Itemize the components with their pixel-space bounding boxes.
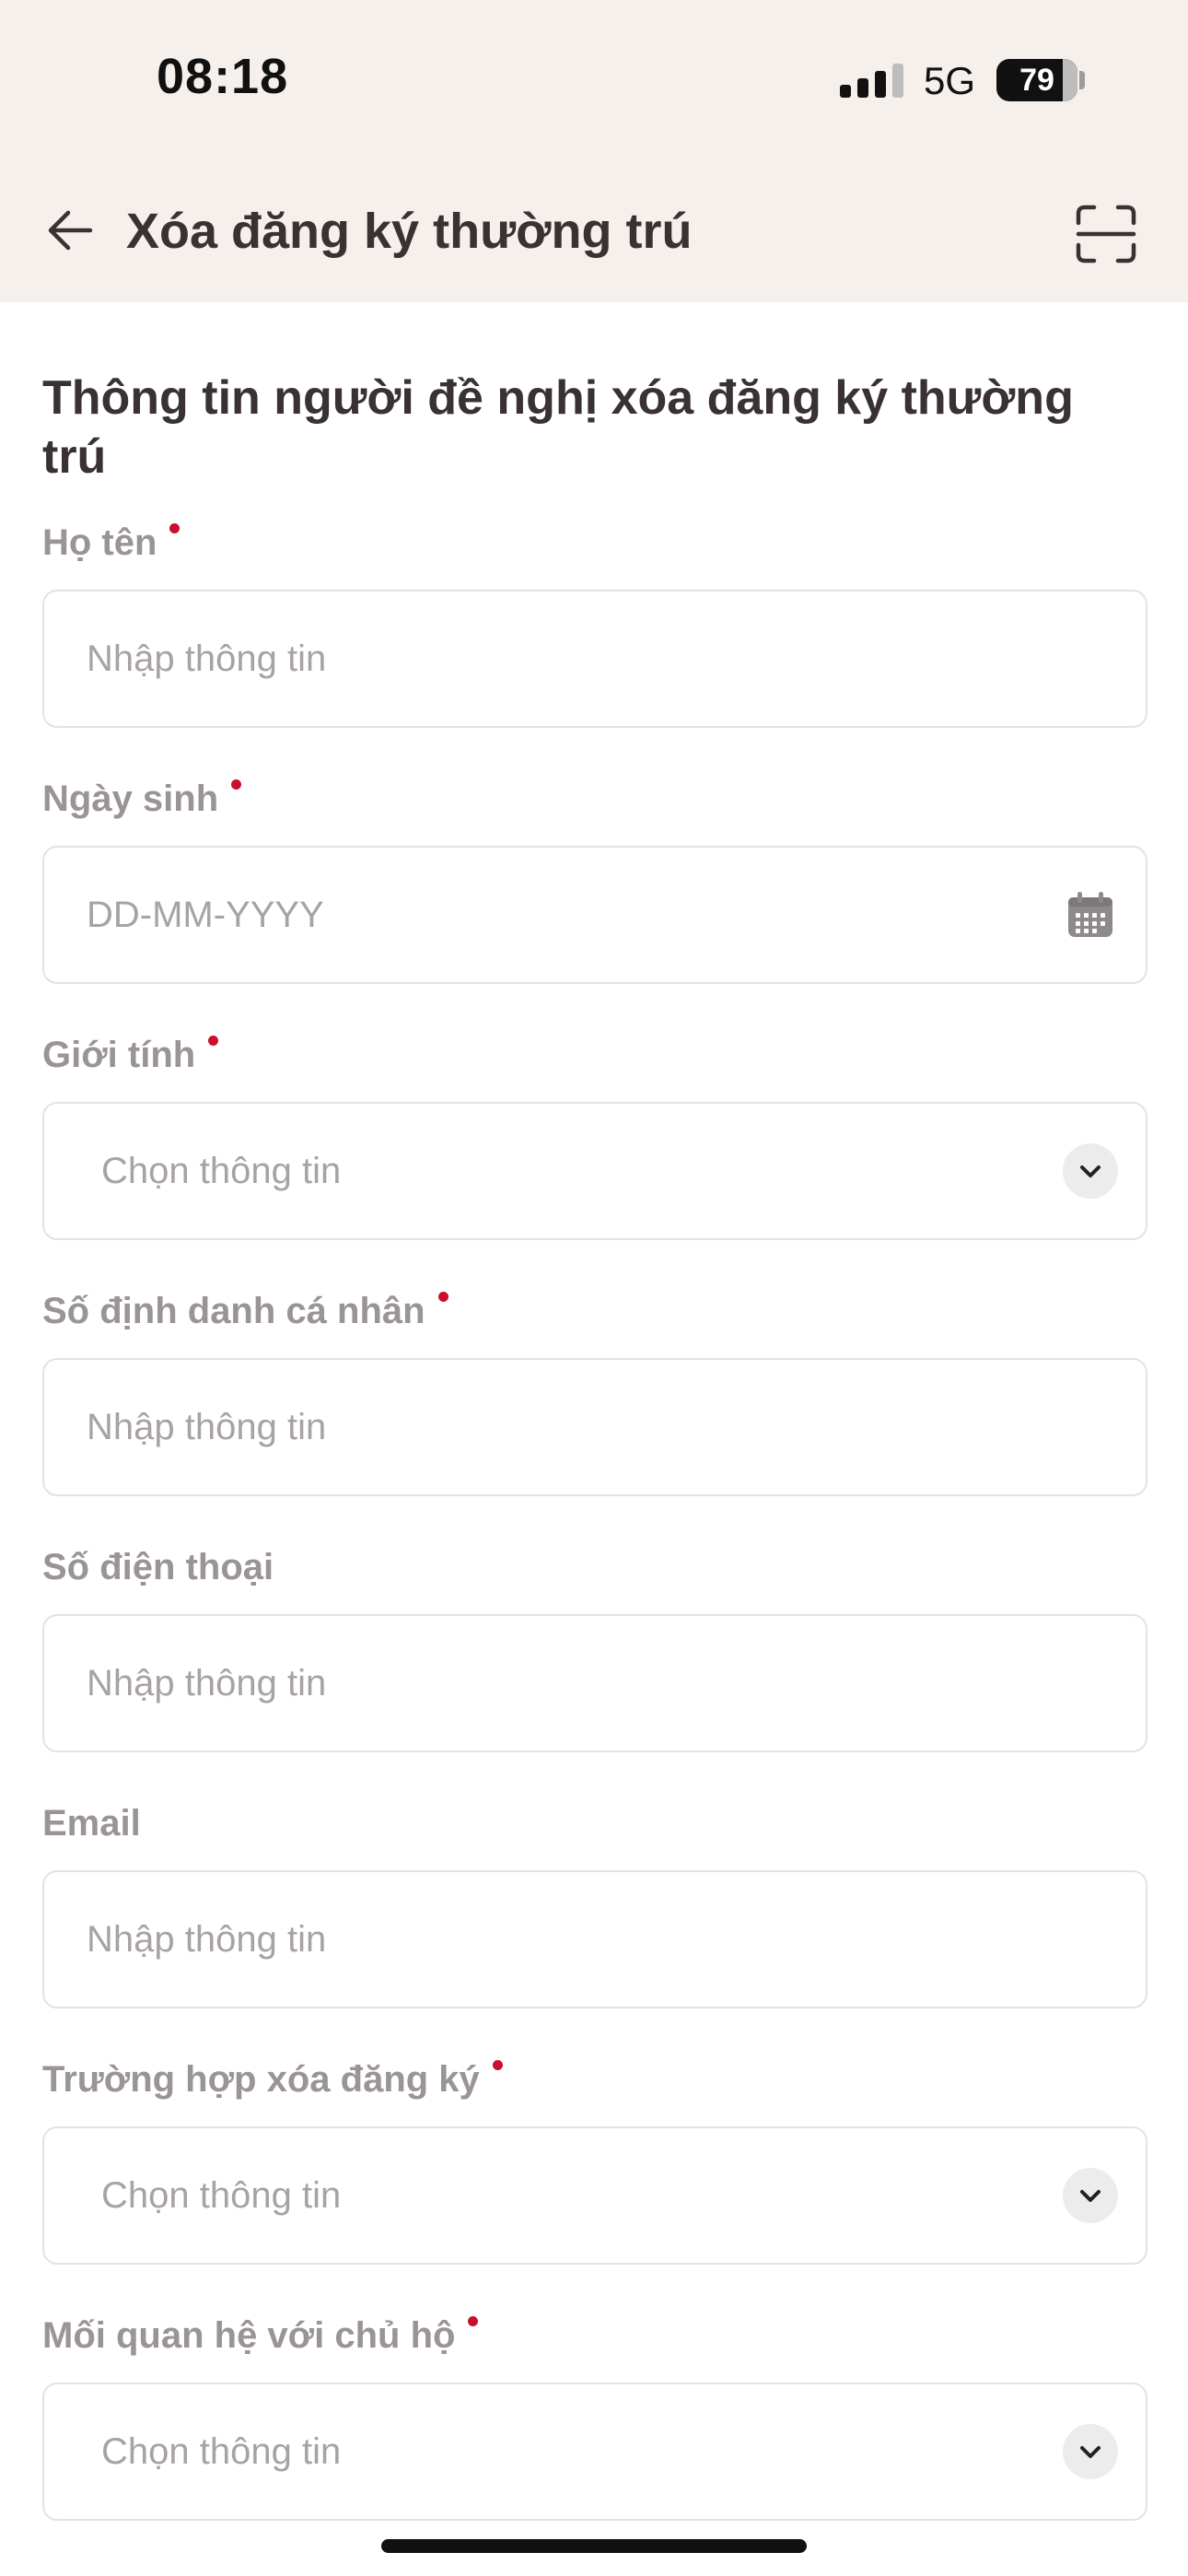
required-indicator xyxy=(437,1292,448,1302)
network-label: 5G xyxy=(924,59,976,102)
ho-ten-input[interactable] xyxy=(87,591,1063,726)
required-indicator xyxy=(492,2060,503,2070)
back-arrow-icon[interactable] xyxy=(46,208,94,252)
battery-icon: 79 xyxy=(996,59,1077,101)
battery-level: 79 xyxy=(1019,63,1054,98)
chevron-down-icon[interactable] xyxy=(1063,2424,1118,2479)
gioi-tinh-select[interactable]: Chọn thông tin xyxy=(42,1102,1147,1240)
label-text: Email xyxy=(42,1803,141,1844)
section-title: Thông tin người đề nghị xóa đăng ký thườ… xyxy=(42,371,1074,484)
label-text: Giới tính xyxy=(42,1035,196,1075)
select-placeholder: Chọn thông tin xyxy=(101,2431,342,2472)
app-header: Xóa đăng ký thường trú xyxy=(0,157,1188,302)
ngay-sinh-input[interactable] xyxy=(87,848,1063,982)
required-indicator xyxy=(169,523,181,533)
ho-ten-field xyxy=(42,590,1147,728)
required-indicator xyxy=(231,779,242,790)
label-quan-he: Mối quan hệ với chủ hộ xyxy=(42,2313,1146,2359)
truong-hop-select[interactable]: Chọn thông tin xyxy=(42,2126,1147,2265)
so-dien-thoai-field xyxy=(42,1614,1147,1752)
so-dien-thoai-input[interactable] xyxy=(87,1616,1063,1751)
required-indicator xyxy=(468,2316,479,2326)
email-field xyxy=(42,1870,1147,2008)
form-content: Thông tin người đề nghị xóa đăng ký thườ… xyxy=(42,369,1147,2569)
label-text: Mối quan hệ với chủ hộ xyxy=(42,2315,456,2356)
select-placeholder: Chọn thông tin xyxy=(101,1151,342,1191)
label-ngay-sinh: Ngày sinh xyxy=(42,776,1146,822)
label-gioi-tinh: Giới tính xyxy=(42,1032,1146,1078)
status-time: 08:18 xyxy=(157,49,289,104)
so-dinh-danh-field xyxy=(42,1358,1147,1496)
label-text: Trường hợp xóa đăng ký xyxy=(42,2059,480,2100)
scan-icon[interactable] xyxy=(1076,205,1136,263)
home-indicator[interactable] xyxy=(381,2539,807,2553)
label-so-dien-thoai: Số điện thoại xyxy=(42,1544,1146,1590)
label-ho-ten: Họ tên xyxy=(42,520,1146,566)
page-title: Xóa đăng ký thường trú xyxy=(126,204,693,259)
required-indicator xyxy=(208,1036,219,1046)
battery-tip xyxy=(1079,71,1085,89)
quan-he-select[interactable]: Chọn thông tin xyxy=(42,2383,1147,2521)
calendar-icon[interactable] xyxy=(1066,891,1114,939)
email-input[interactable] xyxy=(87,1872,1063,2007)
label-text: Ngày sinh xyxy=(42,779,219,819)
ngay-sinh-field xyxy=(42,846,1147,984)
label-so-dinh-danh: Số định danh cá nhân xyxy=(42,1288,1146,1334)
label-text: Họ tên xyxy=(42,522,157,563)
select-placeholder: Chọn thông tin xyxy=(101,2175,342,2216)
status-bar: 08:18 5G 79 xyxy=(0,0,1188,157)
chevron-down-icon[interactable] xyxy=(1063,1143,1118,1199)
signal-icon xyxy=(840,64,903,98)
so-dinh-danh-input[interactable] xyxy=(87,1360,1063,1494)
label-text: Số điện thoại xyxy=(42,1547,274,1587)
label-text: Số định danh cá nhân xyxy=(42,1291,425,1331)
chevron-down-icon[interactable] xyxy=(1063,2168,1118,2223)
label-truong-hop: Trường hợp xóa đăng ký xyxy=(42,2056,1146,2102)
battery-empty-portion xyxy=(1063,59,1077,101)
label-email: Email xyxy=(42,1800,1146,1846)
